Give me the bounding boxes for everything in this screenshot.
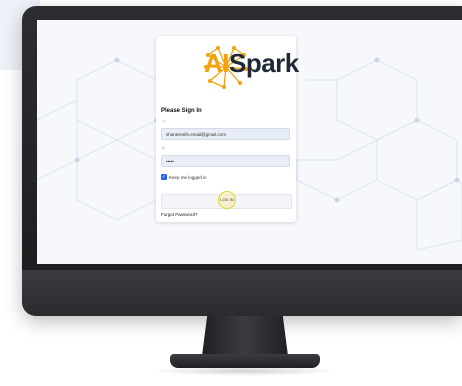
login-button-row: LOG IN: [161, 191, 292, 209]
brand-suffix: Spark: [229, 48, 299, 78]
monitor-chin: [22, 270, 462, 316]
password-field[interactable]: •••••: [161, 155, 290, 167]
login-card: AISpark Please Sign In ○ shanesmith.emai…: [156, 36, 299, 222]
monitor-stand-neck: [202, 316, 288, 356]
login-button[interactable]: LOG IN: [218, 191, 236, 209]
stand-shadow: [150, 366, 340, 376]
lock-icon: □: [162, 146, 166, 152]
remember-me[interactable]: ✓ Keep me logged in: [161, 173, 207, 181]
brand-prefix: AI: [204, 48, 230, 78]
login-title: Please Sign In: [161, 108, 202, 114]
user-icon: ○: [162, 119, 166, 125]
remember-label: Keep me logged in: [169, 174, 207, 180]
email-field[interactable]: shanesmith.email@gmail.com: [161, 128, 290, 140]
remember-checkbox[interactable]: ✓: [161, 174, 167, 180]
forgot-password-link[interactable]: Forgot Password?: [161, 212, 198, 217]
brand-wordmark: AISpark: [204, 48, 299, 79]
